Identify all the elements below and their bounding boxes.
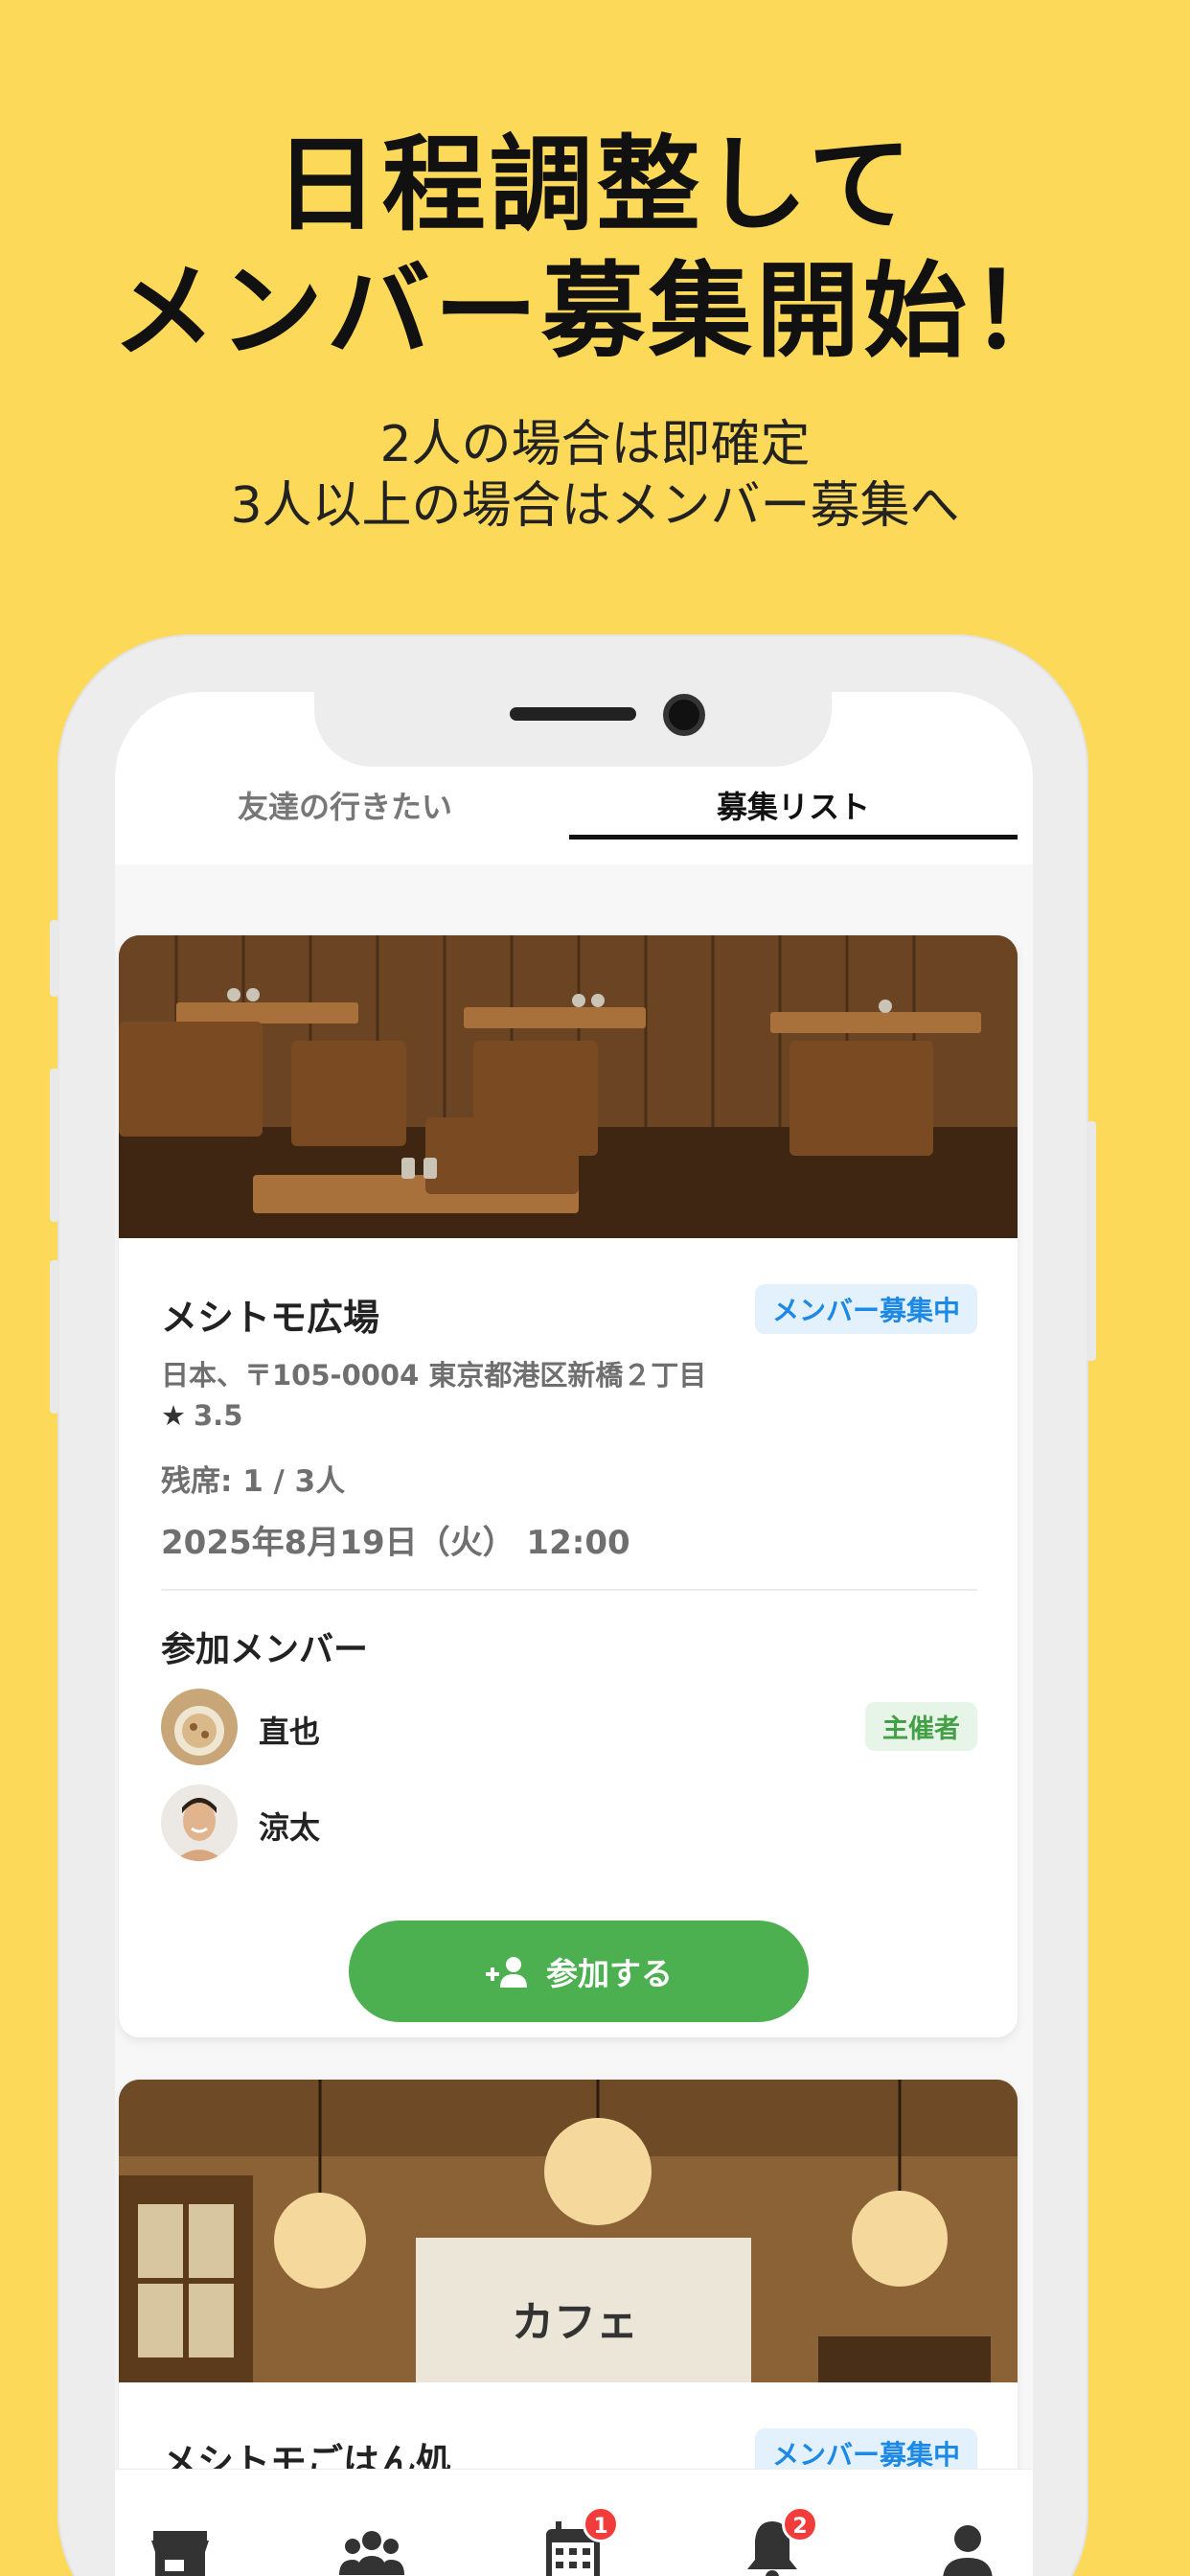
phone-power-button	[1087, 1121, 1096, 1361]
app-screen: 友達の行きたい 募集リスト メシトモ広場 メンバー募集中 日本、〒105-000…	[115, 692, 1033, 2576]
phone-side-button	[50, 920, 59, 997]
status-badge: メンバー募集中	[754, 1284, 977, 1334]
avatar[interactable]	[161, 1689, 238, 1765]
host-badge: 主催者	[865, 1702, 977, 1751]
nav-notifications[interactable]: 2	[734, 2506, 818, 2576]
sign-text: カフェ	[512, 2298, 638, 2347]
person-add-icon	[486, 1957, 527, 1988]
seats-remaining: 残席: 1 / 3人	[161, 1464, 346, 1499]
avatar[interactable]	[161, 1784, 238, 1861]
nav-calendar[interactable]: 1	[535, 2506, 619, 2576]
star-icon: ★	[161, 1399, 186, 1432]
event-datetime: 2025年8月19日（火） 12:00	[161, 1524, 630, 1562]
phone-notch	[314, 692, 832, 767]
tab-friends-want[interactable]: 友達の行きたい	[144, 778, 546, 855]
divider	[161, 1589, 977, 1591]
member-photo	[161, 1689, 238, 1765]
tab-bar: 友達の行きたい 募集リスト	[115, 778, 1033, 855]
phone-speaker	[510, 707, 636, 721]
members-heading: 参加メンバー	[161, 1630, 369, 1669]
active-tab-indicator	[569, 835, 1018, 840]
notification-count-badge: 2	[782, 2506, 818, 2542]
phone-volume-up	[50, 1069, 59, 1222]
nav-friends[interactable]	[333, 2512, 410, 2576]
join-button[interactable]: 参加する	[349, 1920, 809, 2022]
person-icon	[943, 2525, 993, 2576]
promo-headline-line2: メンバー募集開始！	[111, 252, 1078, 372]
restaurant-name: メシトモ広場	[161, 1297, 380, 1339]
tab-recruit-list[interactable]: 募集リスト	[569, 778, 1018, 855]
restaurant-address: 日本、〒105-0004 東京都港区新橋２丁目	[161, 1359, 707, 1392]
recruit-list[interactable]: メシトモ広場 メンバー募集中 日本、〒105-0004 東京都港区新橋２丁目 ★…	[115, 864, 1033, 2576]
restaurant-photo: カフェ	[119, 2080, 1018, 2382]
restaurant-photo	[119, 935, 1018, 1238]
member-photo	[161, 1784, 238, 1861]
promo-subline-line1: 2人の場合は即確定	[379, 416, 811, 473]
join-button-label: 参加する	[546, 1955, 673, 1992]
nav-store[interactable]	[142, 2512, 218, 2576]
nav-profile[interactable]	[929, 2512, 1006, 2576]
tab-recruit-list-label: 募集リスト	[716, 789, 870, 825]
rating: ★ 3.5	[161, 1399, 242, 1432]
promo-subline: 2人の場合は即確定 3人以上の場合はメンバー募集へ	[0, 414, 1190, 537]
member-name: 涼太	[259, 1809, 321, 1846]
phone-camera	[663, 694, 705, 736]
notification-count-badge: 1	[583, 2506, 619, 2542]
promo-headline-line1: 日程調整して	[274, 126, 916, 245]
phone-volume-down	[50, 1260, 59, 1414]
group-icon	[339, 2531, 404, 2575]
bottom-navigation: 1 2	[115, 2469, 1033, 2576]
promo-subline-line2: 3人以上の場合はメンバー募集へ	[230, 477, 960, 535]
promo-headline: 日程調整して メンバー募集開始！	[0, 123, 1190, 376]
store-icon	[151, 2531, 209, 2576]
rating-value: 3.5	[194, 1399, 243, 1432]
member-name: 直也	[259, 1714, 321, 1750]
recruit-card[interactable]: メシトモ広場 メンバー募集中 日本、〒105-0004 東京都港区新橋２丁目 ★…	[119, 935, 1018, 2037]
